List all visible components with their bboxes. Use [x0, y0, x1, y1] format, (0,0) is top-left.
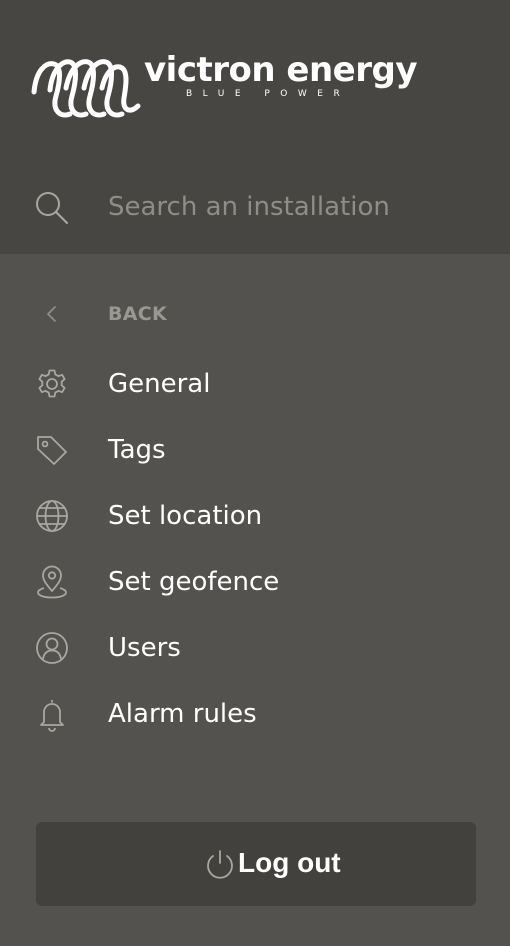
menu-item-label: Tags — [108, 435, 166, 465]
chevron-left-icon — [47, 306, 56, 322]
menu-item-tags[interactable]: Tags — [0, 416, 510, 482]
menu-item-general[interactable]: General — [0, 350, 510, 416]
menu-item-label: Users — [108, 633, 181, 663]
menu-item-label: Set location — [108, 501, 263, 531]
menu-item-label: Set geofence — [108, 567, 280, 597]
menu-item-label: General — [108, 369, 211, 399]
victron-logo-mark-icon — [31, 59, 141, 118]
map-pin-icon — [37, 565, 67, 599]
sidebar-header: victron energy BLUE POWER — [0, 0, 510, 254]
settings-menu: General Tags Set location Set geofence U… — [0, 350, 510, 746]
tag-icon — [37, 436, 67, 465]
logout-label: Log out — [238, 847, 341, 878]
back-button[interactable]: BACK — [0, 290, 510, 338]
brand-tagline: BLUE POWER — [186, 89, 351, 99]
menu-item-set-geofence[interactable]: Set geofence — [0, 548, 510, 614]
brand-name: victron energy — [144, 50, 418, 90]
menu-item-users[interactable]: Users — [0, 614, 510, 680]
globe-icon — [36, 500, 68, 532]
search-bar — [0, 174, 510, 240]
brand-logo[interactable]: victron energy BLUE POWER — [30, 48, 418, 124]
gear-icon — [38, 369, 66, 398]
logout-button[interactable]: Log out — [36, 822, 476, 906]
search-input[interactable] — [108, 184, 488, 230]
search-icon — [36, 192, 68, 224]
bell-icon — [40, 700, 64, 732]
menu-item-alarm-rules[interactable]: Alarm rules — [0, 680, 510, 746]
user-circle-icon — [36, 632, 68, 664]
sidebar-panel: victron energy BLUE POWER BACK General — [0, 0, 510, 946]
menu-item-label: Alarm rules — [108, 699, 257, 729]
power-icon — [207, 850, 233, 879]
back-label: BACK — [108, 303, 168, 325]
menu-item-set-location[interactable]: Set location — [0, 482, 510, 548]
